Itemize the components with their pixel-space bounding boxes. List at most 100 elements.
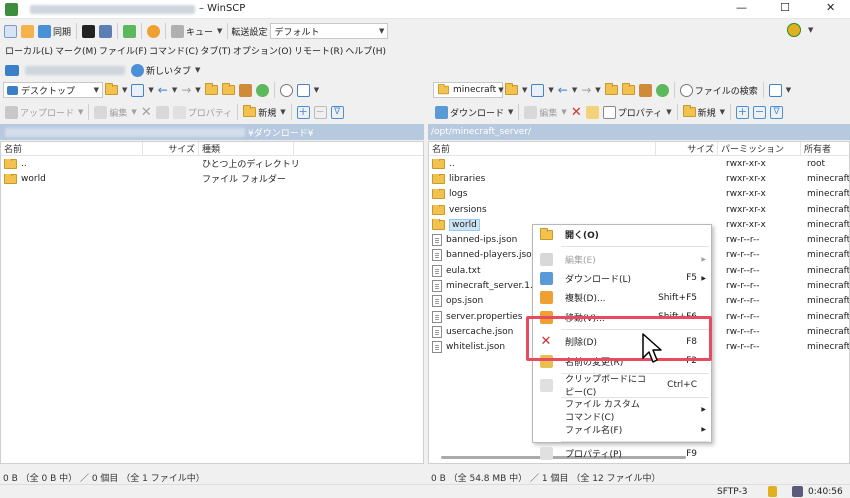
file-row[interactable]: .. ひとつ上のディレクトリ — [1, 156, 423, 171]
right-filter-select-button[interactable]: ∇ — [768, 104, 785, 120]
left-new-button[interactable]: 新規 ▼ — [241, 104, 287, 120]
menu-item[interactable]: コマンド(C) — [149, 44, 198, 57]
left-find-button[interactable] — [278, 82, 295, 98]
console-button[interactable] — [80, 23, 97, 39]
context-menu-item[interactable]: 複製(D)... Shift+F5 — [533, 288, 711, 307]
session-tab-name-blurred — [25, 65, 125, 75]
context-menu-item[interactable]: クリップボードにコピー(C) Ctrl+C — [533, 375, 711, 398]
download-icon — [435, 105, 448, 119]
right-find-files-button[interactable]: ファイルの検索 — [678, 82, 760, 98]
context-menu-item[interactable]: ファイル名(F) ▶ — [533, 420, 711, 439]
right-home-button[interactable] — [637, 82, 654, 98]
putty-button[interactable] — [97, 23, 114, 39]
properties-label: プロパティ — [187, 108, 233, 119]
menu-item[interactable]: ローカル(L) — [5, 44, 53, 57]
right-parent-dir-button[interactable] — [603, 82, 620, 98]
right-open-dir-button[interactable]: ▼ — [503, 82, 529, 98]
minimize-button[interactable]: — — [736, 1, 747, 14]
sync-button[interactable]: 同期 — [36, 23, 73, 39]
preferences-button[interactable] — [145, 23, 162, 39]
minus-icon: − — [752, 104, 766, 119]
right-dir-label: minecraft — [453, 85, 497, 95]
menu-item[interactable]: タブ(T) — [200, 44, 231, 57]
left-path-bar[interactable]: ¥ダウンロード¥ — [0, 124, 424, 140]
right-forward-button[interactable]: → ▼ — [579, 82, 602, 98]
right-new-button[interactable]: 新規 ▼ — [681, 104, 727, 120]
menu-item[interactable]: ファイル(F) — [99, 44, 147, 57]
file-permissions: rw-r--r-- — [726, 235, 760, 246]
right-path-bar[interactable]: /opt/minecraft_server/ — [428, 124, 850, 140]
right-col-permissions[interactable]: パーミッション — [718, 141, 801, 156]
left-col-type[interactable]: 種類 — [199, 141, 294, 156]
file-row[interactable]: versions rwxr-xr-x minecraft — [429, 202, 849, 217]
file-row[interactable]: logs rwxr-xr-x minecraft — [429, 187, 849, 202]
left-view-button[interactable]: ▼ — [295, 82, 321, 98]
file-icon — [432, 295, 442, 308]
right-refresh-button[interactable] — [654, 82, 671, 98]
context-menu-item[interactable]: ダウンロード(L) F5 ▶ — [533, 269, 711, 288]
file-row[interactable]: libraries rwxr-xr-x minecraft — [429, 171, 849, 186]
left-upload-button[interactable]: アップロード ▼ — [3, 104, 85, 120]
close-button[interactable]: ✕ — [826, 1, 835, 14]
file-permissions: rw-r--r-- — [726, 250, 760, 261]
right-col-name[interactable]: 名前 — [429, 141, 656, 156]
right-view-button[interactable]: ▼ — [767, 82, 793, 98]
session-tab[interactable] — [3, 62, 127, 78]
left-back-button[interactable]: ← ▼ — [156, 82, 179, 98]
left-edit-button[interactable]: 編集 ▼ — [92, 104, 138, 120]
compare-dirs-button[interactable] — [2, 23, 19, 39]
right-col-size[interactable]: サイズ — [656, 141, 718, 156]
left-home-button[interactable] — [237, 82, 254, 98]
left-drive-select[interactable]: デスクトップ ▼ — [3, 82, 103, 98]
right-unselect-button[interactable]: − — [751, 104, 768, 120]
left-select-all-button[interactable]: + — [295, 104, 312, 120]
left-properties-button[interactable]: プロパティ — [171, 104, 234, 120]
context-menu-item[interactable]: プロパティ(P) F9 — [533, 444, 711, 463]
context-menu-item[interactable]: 編集(E) ▶ — [533, 249, 711, 268]
context-menu-item[interactable]: ファイル カスタム コマンド(C) ▶ — [533, 400, 711, 423]
maximize-button[interactable]: ☐ — [780, 1, 790, 14]
menu-item[interactable]: リモート(R) — [294, 44, 343, 57]
context-menu-item[interactable]: 開く(O) — [533, 225, 711, 244]
left-root-dir-button[interactable] — [220, 82, 237, 98]
chevron-down-icon[interactable]: ▼ — [808, 26, 813, 34]
right-download-button[interactable]: ダウンロード ▼ — [433, 104, 515, 120]
right-back-button[interactable]: ← ▼ — [556, 82, 579, 98]
right-edit-button[interactable]: 編集 ▼ — [522, 104, 568, 120]
refresh-session-button[interactable] — [121, 23, 138, 39]
menu-item[interactable]: マーク(M) — [55, 44, 97, 57]
properties-icon — [172, 105, 186, 119]
right-properties-button[interactable]: プロパティ ▼ — [601, 104, 674, 120]
file-row[interactable]: .. rwxr-xr-x root — [429, 156, 849, 171]
right-filter-button[interactable]: ▼ — [529, 82, 555, 98]
file-icon — [432, 310, 442, 323]
left-open-dir-button[interactable]: ▼ — [103, 82, 129, 98]
left-file-panel[interactable]: 名前 サイズ 種類 .. ひとつ上のディレクトリ world ファイル フォルダー — [0, 141, 424, 464]
left-parent-dir-button[interactable] — [203, 82, 220, 98]
menu-item[interactable]: オプション(O) — [233, 44, 292, 57]
left-rename-button[interactable] — [154, 104, 171, 120]
left-filter-button[interactable]: ▼ — [129, 82, 155, 98]
right-root-dir-button[interactable] — [620, 82, 637, 98]
new-tab-button[interactable]: 新しいタブ ▼ — [129, 62, 202, 78]
queue-button[interactable]: キュー ▼ — [169, 23, 224, 39]
left-refresh-button[interactable] — [254, 82, 271, 98]
left-forward-button[interactable]: → ▼ — [179, 82, 202, 98]
right-col-owner[interactable]: 所有者 — [801, 142, 849, 156]
left-col-name[interactable]: 名前 — [1, 141, 143, 156]
file-permissions: rwxr-xr-x — [726, 173, 766, 184]
session-status-icon[interactable] — [787, 23, 801, 37]
right-dir-select[interactable]: minecraft ▼ — [433, 82, 504, 98]
window-title: – WinSCP — [199, 3, 246, 14]
sync-browse-button[interactable] — [19, 23, 36, 39]
left-delete-button[interactable]: ✕ — [139, 104, 154, 120]
menu-item[interactable]: ヘルプ(H) — [345, 44, 386, 57]
transfer-preset-select[interactable]: デフォルト ▼ — [270, 23, 389, 39]
right-rename-button[interactable] — [584, 104, 601, 120]
right-select-all-button[interactable]: + — [734, 104, 751, 120]
left-col-size[interactable]: サイズ — [143, 141, 199, 156]
file-row[interactable]: world ファイル フォルダー — [1, 171, 423, 186]
right-delete-button[interactable]: ✕ — [569, 104, 584, 120]
left-filter-select-button[interactable]: ∇ — [329, 104, 346, 120]
left-unselect-button[interactable]: − — [312, 104, 329, 120]
